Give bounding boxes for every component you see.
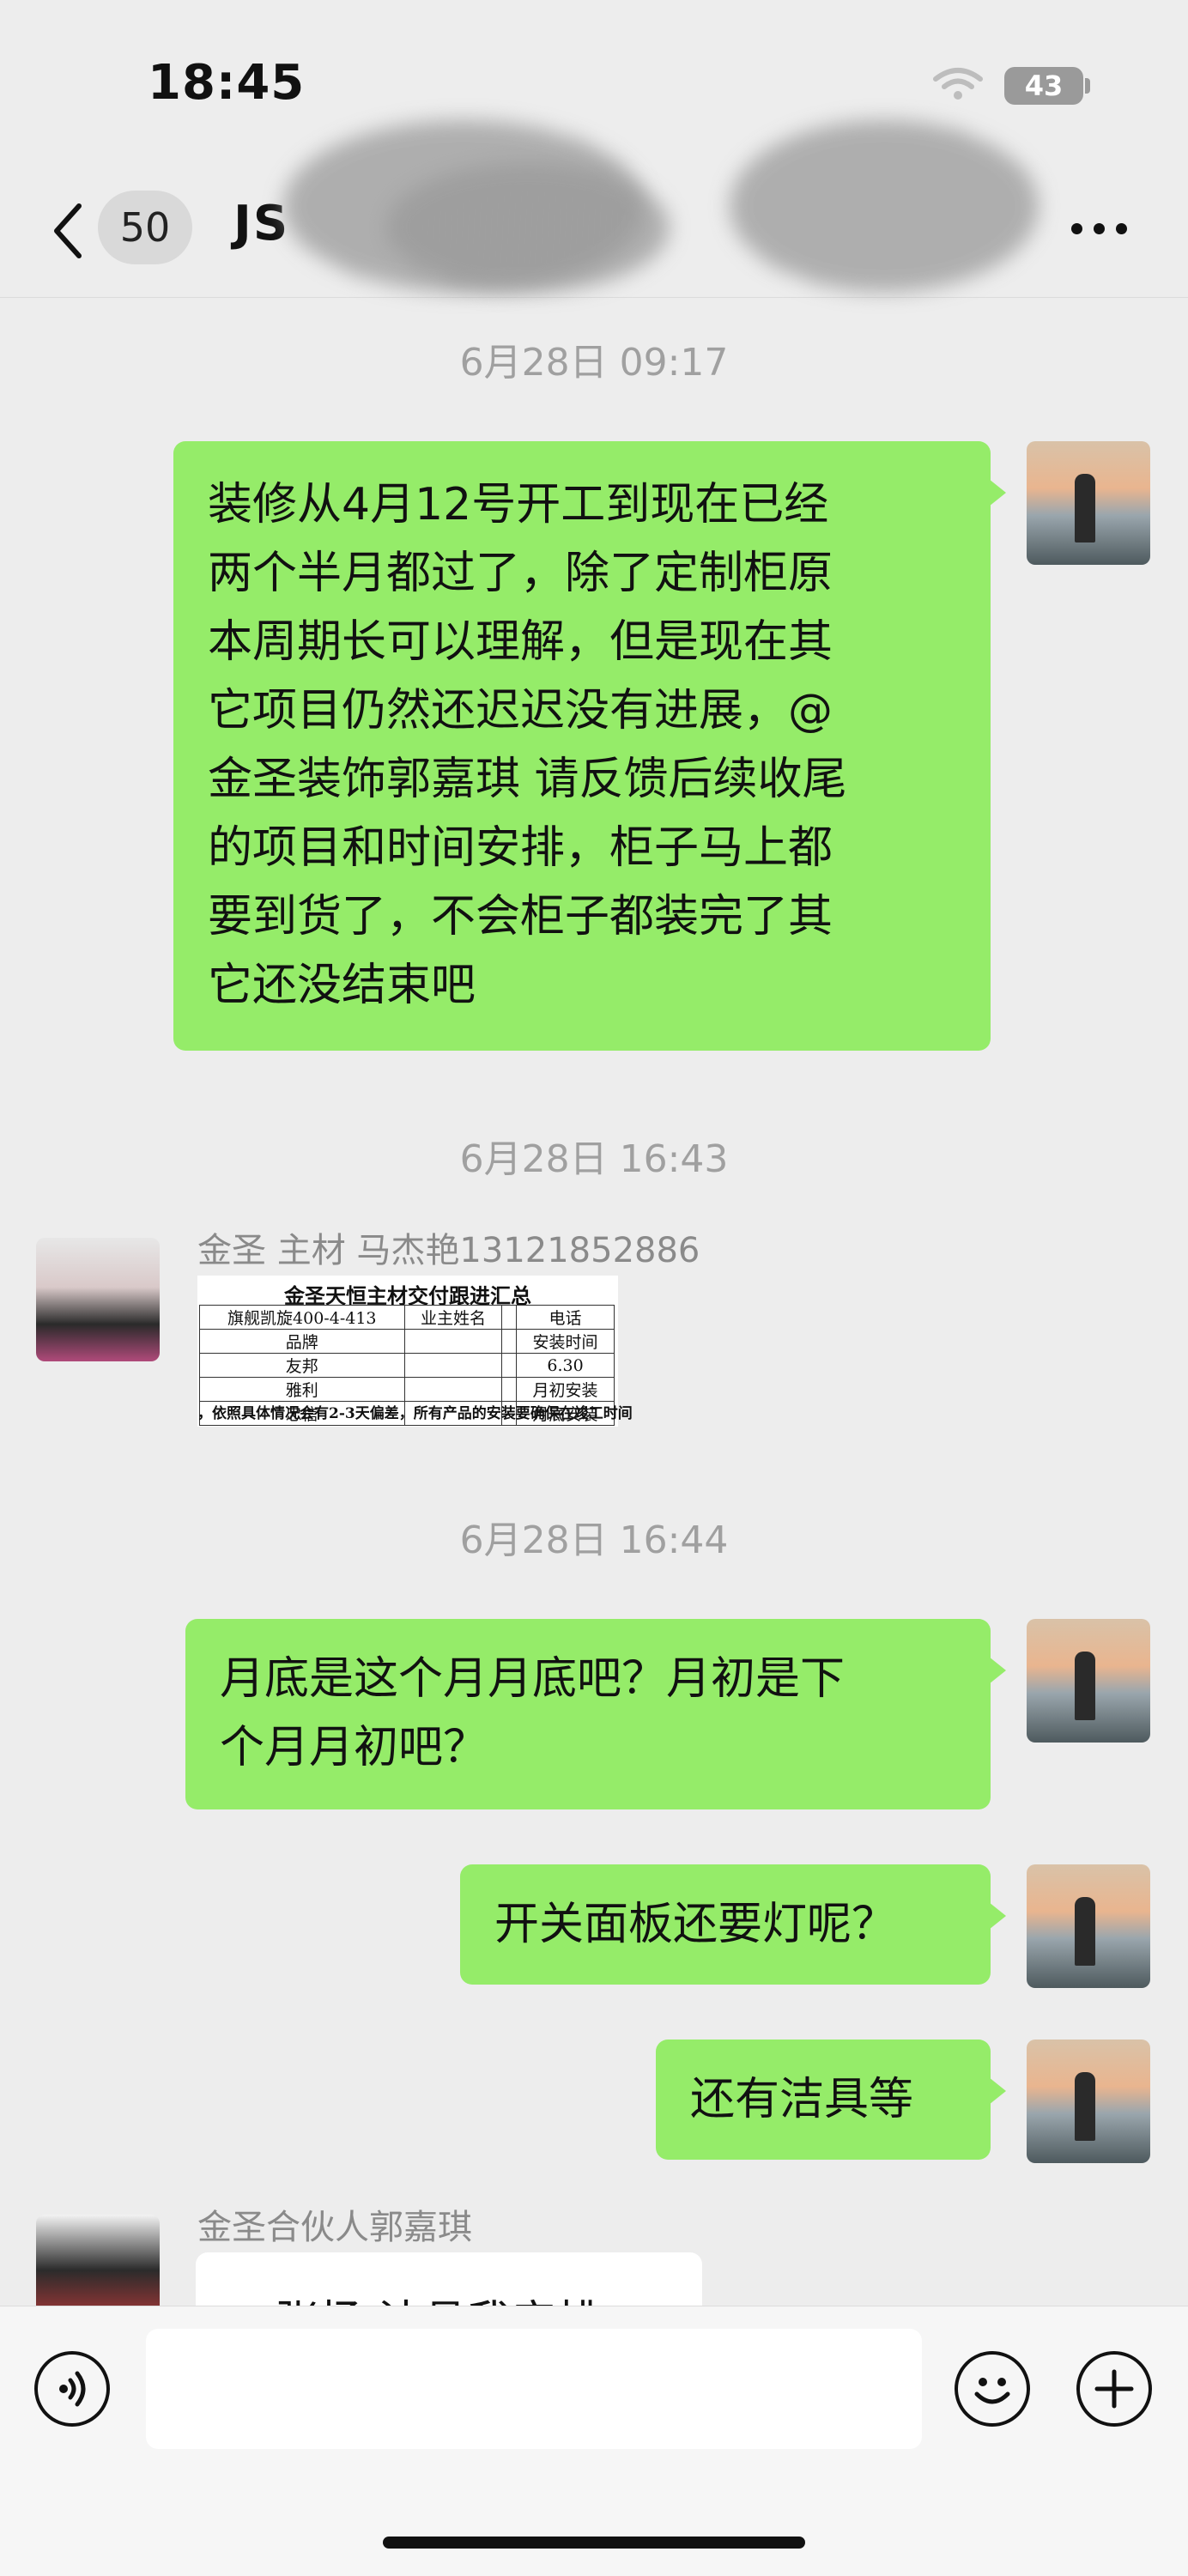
table-cell: 友邦: [199, 1353, 405, 1378]
table-cell: 6.30: [516, 1353, 615, 1378]
home-indicator: [383, 2537, 805, 2549]
message-line: 金圣装饰郭嘉琪 请反馈后续收尾: [208, 754, 847, 805]
status-bar: 18:45 43: [0, 0, 1188, 172]
table-cell: 品牌: [199, 1329, 405, 1354]
sender-name: 金圣合伙人郭嘉琪: [197, 2208, 472, 2247]
table-cell: [403, 1329, 503, 1354]
message-line: 本周期长可以理解，但是现在其: [208, 616, 833, 668]
message-line: 的项目和时间安排，柜子马上都: [208, 822, 833, 874]
message-input[interactable]: [146, 2329, 922, 2449]
message-timestamp: 6月28日 16:43: [459, 1137, 729, 1181]
image-message[interactable]: 金圣天恒主材交付跟进汇总 旗舰凯旋400-4-413 业主姓名 电话 品牌 安装…: [197, 1276, 633, 1427]
chat-header: 50 JS: [0, 120, 1188, 298]
message-line: 开关面板还要灯呢？: [494, 1899, 897, 1950]
image-note: ，依照具体情况会有2-3天偏差，所有产品的安装要确保在竣工时间: [197, 1405, 633, 1422]
message-line: 个月月初吧？: [220, 1722, 488, 1773]
emoji-button[interactable]: [955, 2351, 1030, 2427]
unread-count-badge[interactable]: 50: [98, 191, 192, 264]
table-cell: 业主姓名: [403, 1305, 503, 1330]
message-line: 装修从4月12号开工到现在已经: [208, 479, 829, 530]
my-avatar[interactable]: [1027, 1619, 1150, 1743]
table-cell: [501, 1329, 518, 1354]
message-line: 还有洁具等: [690, 2074, 914, 2125]
table-cell: 电话: [516, 1305, 615, 1330]
table-cell: 月初安装: [516, 1377, 615, 1402]
my-message-bubble[interactable]: 装修从4月12号开工到现在已经 两个半月都过了，除了定制柜原 本周期长可以理解，…: [173, 441, 1006, 1051]
wifi-icon: [933, 68, 983, 100]
table-cell: [501, 1305, 518, 1330]
status-time: 18:45: [148, 55, 306, 111]
message-line: 它项目仍然还迟迟没有进展，@: [208, 685, 833, 736]
more-functions-button[interactable]: [1076, 2351, 1152, 2427]
table-cell: [403, 1377, 503, 1402]
message-line: 月底是这个月月底吧？月初是下: [220, 1653, 846, 1705]
input-bar: [0, 2306, 1188, 2576]
message-timestamp: 6月28日 09:17: [459, 341, 729, 385]
plus-icon: [1094, 2369, 1134, 2409]
redaction-scribble: [730, 120, 1039, 292]
table-row: 友邦 6.30: [199, 1353, 615, 1378]
redaction-scribble: [386, 163, 670, 292]
table-cell: [403, 1353, 503, 1378]
table-cell: [501, 1353, 518, 1378]
my-message-bubble[interactable]: 开关面板还要灯呢？: [460, 1864, 1006, 1985]
message-line: 要到货了，不会柜子都装完了其: [208, 891, 833, 943]
voice-input-button[interactable]: [34, 2351, 110, 2427]
table-cell: 旗舰凯旋400-4-413: [199, 1305, 405, 1330]
my-avatar[interactable]: [1027, 441, 1150, 565]
voice-icon: [59, 2371, 86, 2407]
table-cell: [501, 1377, 518, 1402]
sender-avatar[interactable]: [36, 1238, 160, 1361]
my-avatar[interactable]: [1027, 2040, 1150, 2163]
more-options-icon[interactable]: [1070, 215, 1131, 240]
my-avatar[interactable]: [1027, 1864, 1150, 1988]
table-row: 旗舰凯旋400-4-413 业主姓名 电话: [199, 1305, 615, 1330]
message-line: 两个半月都过了，除了定制柜原: [208, 548, 833, 599]
table-cell: 安装时间: [516, 1329, 615, 1354]
sender-name: 金圣 主材 马杰艳13121852886: [197, 1231, 700, 1270]
table-cell: 雅利: [199, 1377, 405, 1402]
message-timestamp: 6月28日 16:44: [459, 1518, 729, 1562]
table-row: 品牌 安装时间: [199, 1329, 615, 1354]
chat-title[interactable]: JS: [233, 196, 289, 252]
my-message-bubble[interactable]: 还有洁具等: [656, 2040, 1006, 2160]
battery-icon: 43: [1004, 67, 1083, 105]
back-arrow-icon[interactable]: [46, 201, 89, 261]
smiley-icon: [974, 2378, 1010, 2404]
message-line: 它还没结束吧: [208, 960, 476, 1011]
my-message-bubble[interactable]: 月底是这个月月底吧？月初是下 个月月初吧？: [185, 1619, 1006, 1809]
table-row: 雅利 月初安装: [199, 1377, 615, 1402]
battery-tip: [1085, 78, 1090, 94]
